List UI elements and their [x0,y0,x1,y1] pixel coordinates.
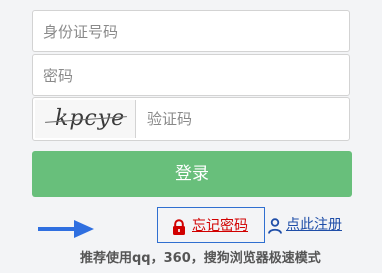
id-card-input[interactable]: 身份证号码 [32,10,350,52]
forgot-password-link[interactable]: 忘记密码 [157,207,265,243]
forgot-password-label: 忘记密码 [192,218,248,234]
captcha-input[interactable]: 验证码 [147,109,192,129]
login-button[interactable]: 登录 [32,151,352,197]
captcha-row: kpcye 验证码 [32,97,350,141]
password-input[interactable]: 密码 [32,54,350,96]
captcha-image[interactable]: kpcye [35,100,136,138]
lock-icon [173,219,185,235]
arrow-right-icon [38,220,94,238]
password-placeholder: 密码 [43,67,74,85]
user-icon [268,218,282,234]
id-card-placeholder: 身份证号码 [43,23,119,41]
register-label: 点此注册 [286,217,342,233]
browser-tip: 推荐使用qq，360，搜狗浏览器极速模式 [80,251,321,266]
